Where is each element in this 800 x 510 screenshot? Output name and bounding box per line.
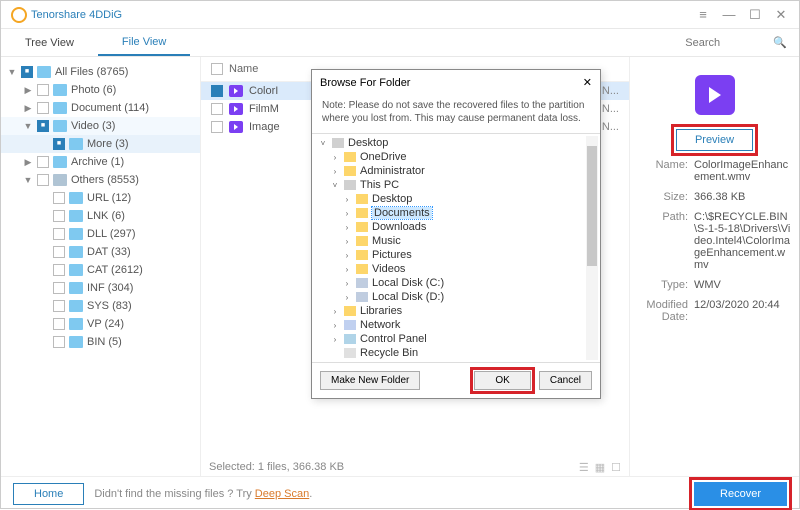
folder-tree[interactable]: ˅Desktop ›OneDrive ›Administrator ˅This … [312, 133, 600, 363]
tree-all-files[interactable]: ▼All Files (8765) [1, 63, 200, 81]
video-icon [229, 121, 243, 133]
tree-sys[interactable]: SYS (83) [1, 297, 200, 315]
view-grid-icon[interactable]: ▦ [595, 461, 605, 474]
cancel-button[interactable]: Cancel [539, 371, 592, 390]
tree-bin[interactable]: BIN (5) [1, 333, 200, 351]
view-list-icon[interactable]: ☰ [579, 461, 589, 474]
ok-button[interactable]: OK [474, 371, 530, 390]
col-name[interactable]: Name [229, 63, 258, 75]
tree-archive[interactable]: ▶Archive (1) [1, 153, 200, 171]
tree-dll[interactable]: DLL (297) [1, 225, 200, 243]
select-all-checkbox[interactable] [211, 63, 223, 75]
close-icon[interactable]: ✕ [773, 7, 789, 23]
tab-tree-view[interactable]: Tree View [1, 29, 98, 56]
app-title: Tenorshare 4DDiG [31, 9, 122, 21]
tree-video[interactable]: ▼Video (3) [1, 117, 200, 135]
footer: Home Didn't find the missing files ? Try… [1, 476, 799, 510]
preview-panel: Preview Name:ColorImageEnhancement.wmv S… [629, 57, 799, 476]
dialog-title: Browse For Folder [320, 77, 410, 89]
deep-scan-hint: Didn't find the missing files ? Try Deep… [94, 488, 312, 500]
tree-lnk[interactable]: LNK (6) [1, 207, 200, 225]
menu-icon[interactable]: ≡ [695, 7, 711, 23]
video-icon [229, 103, 243, 115]
tree-more[interactable]: More (3) [1, 135, 200, 153]
selection-status: Selected: 1 files, 366.38 KB [209, 461, 344, 473]
tree-document[interactable]: ▶Document (114) [1, 99, 200, 117]
tab-file-view[interactable]: File View [98, 29, 190, 56]
row-checkbox[interactable] [211, 103, 223, 115]
deep-scan-link[interactable]: Deep Scan [255, 488, 309, 500]
tree-photo[interactable]: ▶Photo (6) [1, 81, 200, 99]
tree-dat[interactable]: DAT (33) [1, 243, 200, 261]
dialog-buttons: Make New Folder OK Cancel [312, 363, 600, 398]
view-detail-icon[interactable]: ☐ [611, 461, 621, 474]
tree-others[interactable]: ▼Others (8553) [1, 171, 200, 189]
folder-documents[interactable]: ›Documents [312, 206, 600, 220]
video-icon [229, 85, 243, 97]
minimize-icon[interactable]: — [721, 7, 737, 23]
status-bar: Selected: 1 files, 366.38 KB ☰ ▦ ☐ [201, 458, 629, 476]
maximize-icon[interactable]: ☐ [747, 7, 763, 23]
search-icon[interactable]: 🔍 [773, 36, 787, 49]
tree-inf[interactable]: INF (304) [1, 279, 200, 297]
tree-vp[interactable]: VP (24) [1, 315, 200, 333]
dialog-scrollbar[interactable] [586, 136, 598, 360]
dialog-close-icon[interactable]: ✕ [583, 76, 592, 89]
search-box: 🔍 [673, 29, 799, 56]
window-controls: ≡ — ☐ ✕ [695, 7, 789, 23]
view-tabs: Tree View File View 🔍 [1, 29, 799, 57]
file-type-icon [695, 75, 735, 115]
home-button[interactable]: Home [13, 483, 84, 505]
search-input[interactable] [685, 37, 765, 49]
preview-button[interactable]: Preview [676, 129, 753, 151]
recover-button[interactable]: Recover [694, 482, 787, 506]
title-bar: Tenorshare 4DDiG ≡ — ☐ ✕ [1, 1, 799, 29]
browse-folder-dialog: Browse For Folder ✕ Note: Please do not … [311, 69, 601, 399]
file-tree[interactable]: ▼All Files (8765) ▶Photo (6) ▶Document (… [1, 57, 201, 476]
make-new-folder-button[interactable]: Make New Folder [320, 371, 420, 390]
row-checkbox[interactable] [211, 85, 223, 97]
dialog-title-bar: Browse For Folder ✕ [312, 70, 600, 95]
tree-url[interactable]: URL (12) [1, 189, 200, 207]
logo-icon [11, 7, 27, 23]
row-checkbox[interactable] [211, 121, 223, 133]
app-logo: Tenorshare 4DDiG [11, 7, 122, 23]
tree-cat[interactable]: CAT (2612) [1, 261, 200, 279]
dialog-note: Note: Please do not save the recovered f… [312, 95, 600, 133]
